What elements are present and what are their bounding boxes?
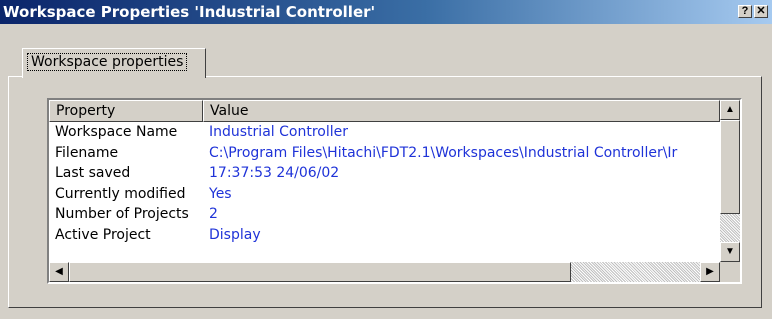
list-row[interactable]: Workspace Name Industrial Controller	[49, 122, 720, 143]
list-row[interactable]: Filename C:\Program Files\Hitachi\FDT2.1…	[49, 143, 720, 164]
scroll-down-button[interactable]: ▼	[720, 242, 740, 262]
properties-list: Property Value Workspace Name Industrial…	[47, 98, 742, 284]
property-cell: Workspace Name	[55, 124, 178, 140]
title-bar[interactable]: Workspace Properties 'Industrial Control…	[0, 0, 772, 24]
scroll-left-button[interactable]: ◀	[49, 262, 69, 282]
property-cell: Currently modified	[55, 185, 186, 202]
value-cell: Industrial Controller	[209, 124, 348, 140]
scrollbar-corner	[720, 262, 740, 282]
column-header-property[interactable]: Property	[49, 100, 203, 122]
column-header-value[interactable]: Value	[203, 100, 720, 122]
close-icon: ✕	[756, 5, 766, 17]
value-cell: C:\Program Files\Hitachi\FDT2.1\Workspac…	[209, 144, 678, 161]
property-cell: Number of Projects	[55, 206, 189, 222]
value-cell: Display	[209, 226, 261, 243]
vertical-scroll-track[interactable]	[720, 214, 740, 242]
value-cell: Yes	[209, 185, 232, 202]
horizontal-scroll-thumb[interactable]	[69, 262, 571, 282]
property-cell: Filename	[55, 144, 119, 161]
value-cell: 2	[209, 206, 218, 222]
list-row[interactable]: Currently modified Yes	[49, 184, 720, 205]
list-row[interactable]: Last saved 17:37:53 24/06/02	[49, 163, 720, 184]
vertical-scrollbar[interactable]: ▲ ▼	[720, 100, 740, 262]
horizontal-scrollbar[interactable]: ◀ ▶	[49, 262, 720, 282]
arrow-left-icon: ◀	[55, 266, 63, 277]
vertical-scroll-thumb[interactable]	[720, 120, 740, 214]
list-row[interactable]: Number of Projects 2	[49, 204, 720, 225]
property-cell: Active Project	[55, 226, 151, 243]
properties-dialog: Workspace Properties 'Industrial Control…	[0, 0, 772, 319]
property-cell: Last saved	[55, 165, 131, 181]
tab-workspace-properties[interactable]: Workspace properties	[22, 48, 206, 78]
arrow-down-icon: ▼	[725, 246, 735, 257]
close-button[interactable]: ✕	[754, 5, 768, 18]
horizontal-scroll-track[interactable]	[571, 262, 700, 282]
arrow-right-icon: ▶	[706, 266, 714, 277]
arrow-up-icon: ▲	[725, 104, 735, 115]
list-row[interactable]: Active Project Display	[49, 225, 720, 246]
help-icon: ?	[741, 5, 749, 17]
list-rows: Workspace Name Industrial Controller Fil…	[49, 122, 720, 266]
tab-label: Workspace properties	[27, 53, 188, 71]
scroll-up-button[interactable]: ▲	[720, 100, 740, 120]
scroll-right-button[interactable]: ▶	[700, 262, 720, 282]
help-button[interactable]: ?	[738, 5, 752, 18]
dialog-title: Workspace Properties 'Industrial Control…	[3, 3, 376, 21]
value-cell: 17:37:53 24/06/02	[209, 165, 340, 181]
